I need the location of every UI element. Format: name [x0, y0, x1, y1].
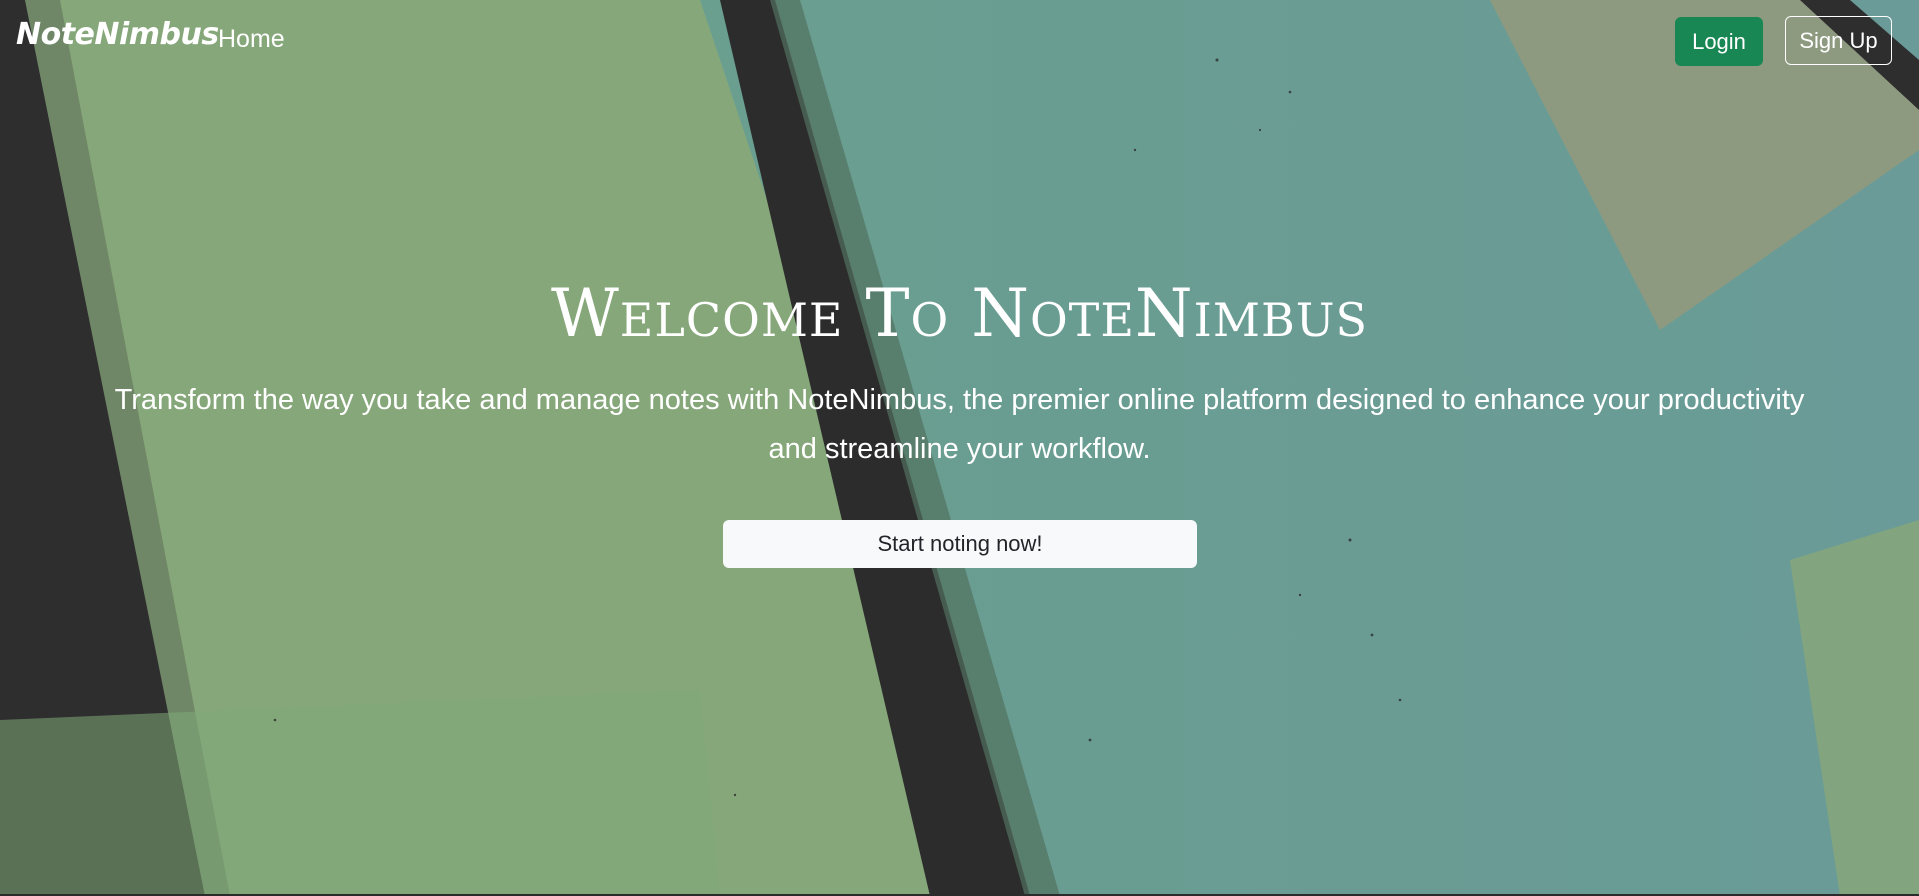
top-navbar: NoteNimbus Home Login Sign Up [0, 0, 1919, 84]
login-button[interactable]: Login [1675, 17, 1763, 66]
start-noting-button[interactable]: Start noting now! [723, 520, 1197, 568]
brand-logo[interactable]: NoteNimbus [16, 17, 219, 52]
nav-link-home[interactable]: Home [218, 25, 285, 54]
hero-subtitle: Transform the way you take and manage no… [114, 384, 1805, 465]
signup-button[interactable]: Sign Up [1785, 16, 1892, 65]
landing-page: NoteNimbus Home Login Sign Up Welcome To… [0, 0, 1919, 896]
hero-title: Welcome To NoteNimbus [550, 275, 1369, 352]
